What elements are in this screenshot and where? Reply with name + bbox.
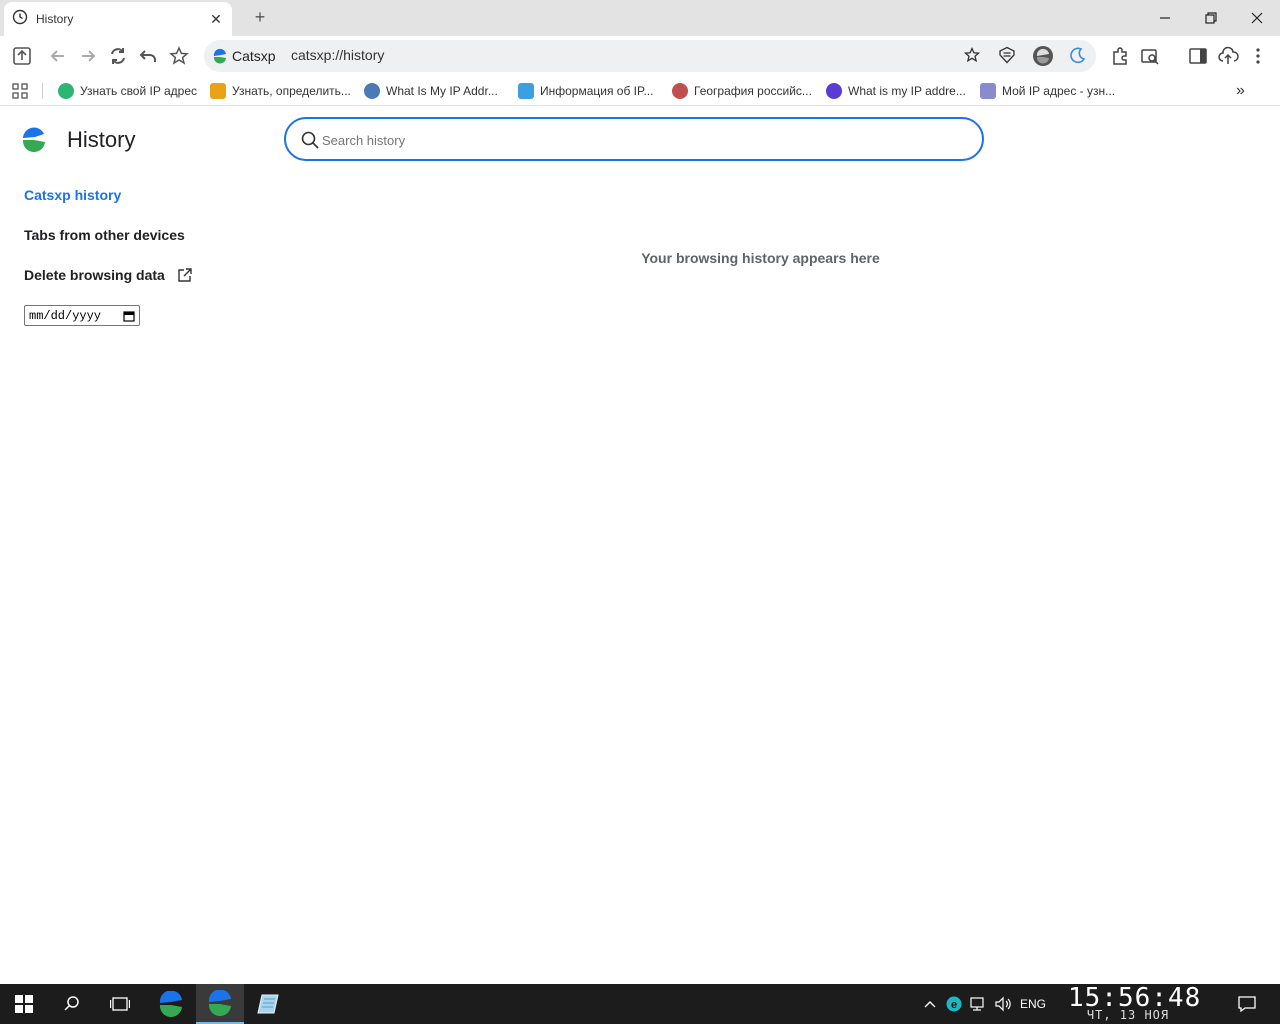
- back-icon[interactable]: [46, 44, 70, 68]
- minimize-button[interactable]: [1142, 0, 1188, 36]
- search-box[interactable]: [284, 117, 984, 161]
- bookmark-item[interactable]: What is my IP addre...: [826, 81, 966, 101]
- shield-icon[interactable]: [998, 46, 1016, 69]
- cloud-upload-icon[interactable]: [1216, 44, 1240, 68]
- bookmark-favicon-icon: [826, 83, 842, 99]
- bookmark-label: Информация об IP...: [540, 84, 654, 98]
- search-icon: [300, 130, 320, 150]
- bookmark-favicon-icon: [58, 83, 74, 99]
- date-placeholder: mm/dd/yyyy: [29, 308, 102, 323]
- bookmark-label: Мой IP адрес - узн...: [1002, 84, 1116, 98]
- upload-icon[interactable]: [10, 44, 34, 68]
- bookmark-divider: [42, 83, 43, 99]
- catsxp-active-taskbar-icon[interactable]: [196, 984, 244, 1024]
- close-window-button[interactable]: [1234, 0, 1280, 36]
- task-view-icon[interactable]: [96, 984, 144, 1024]
- external-link-icon: [177, 267, 193, 283]
- bookmarks-bar: Узнать свой IP адрес Узнать, определить.…: [0, 76, 1280, 106]
- bookmarks-overflow-button[interactable]: »: [1236, 81, 1245, 101]
- bookmark-favicon-icon: [210, 83, 226, 99]
- notifications-icon[interactable]: [1238, 984, 1256, 1024]
- bookmark-label: Узнать свой IP адрес: [80, 84, 197, 98]
- date-input[interactable]: mm/dd/yyyy: [24, 305, 140, 326]
- bookmark-item[interactable]: Узнать, определить...: [210, 81, 351, 101]
- site-chip[interactable]: Catsxp: [212, 46, 276, 66]
- tray-app-icon[interactable]: e: [946, 984, 962, 1024]
- page-title: History: [67, 127, 136, 152]
- bookmark-item[interactable]: Информация об IP...: [518, 81, 653, 101]
- search-input[interactable]: [322, 129, 962, 151]
- bookmark-star-icon[interactable]: [167, 44, 191, 68]
- extensions-icon[interactable]: [1108, 44, 1132, 68]
- browser-toolbar: Catsxp catsxp://history: [0, 36, 1280, 76]
- menu-kebab-icon[interactable]: [1246, 44, 1270, 68]
- nav-other-devices[interactable]: Tabs from other devices: [24, 227, 185, 243]
- bookmark-favicon-icon: [518, 83, 534, 99]
- catsxp-logo-icon: [20, 125, 48, 153]
- site-label: Catsxp: [232, 48, 276, 64]
- bookmark-item[interactable]: Узнать свой IP адрес: [58, 81, 197, 101]
- nav-catsxp-history[interactable]: Catsxp history: [24, 187, 121, 203]
- tab-strip: History ✕ +: [0, 0, 1280, 36]
- bookmark-item[interactable]: What Is My IP Addr...: [364, 81, 498, 101]
- notepad-taskbar-icon[interactable]: [244, 984, 292, 1024]
- restore-button[interactable]: [1188, 0, 1234, 36]
- bookmark-label: What Is My IP Addr...: [386, 84, 498, 98]
- volume-icon[interactable]: [994, 984, 1012, 1024]
- empty-history-message: Your browsing history appears here: [641, 250, 880, 266]
- bookmark-label: География российс...: [694, 84, 812, 98]
- bookmark-label: What is my IP addre...: [848, 84, 966, 98]
- start-button[interactable]: [0, 984, 48, 1024]
- bookmark-favicon-icon: [672, 83, 688, 99]
- calendar-icon[interactable]: [123, 310, 135, 322]
- tab-title: History: [36, 12, 74, 26]
- undo-icon[interactable]: [136, 44, 160, 68]
- reload-icon[interactable]: [106, 44, 130, 68]
- sidebar-toggle-icon[interactable]: [1186, 44, 1210, 68]
- address-bar[interactable]: Catsxp catsxp://history: [204, 40, 1096, 72]
- taskbar: e ENG 15:56:48 ЧТ, 13 НОЯ: [0, 984, 1280, 1024]
- new-tab-button[interactable]: +: [250, 7, 270, 27]
- tab-search-icon[interactable]: [1138, 44, 1162, 68]
- url-text[interactable]: catsxp://history: [291, 47, 384, 63]
- catsxp-taskbar-icon[interactable]: [147, 984, 195, 1024]
- catsxp-logo-icon: [212, 48, 228, 64]
- search-taskbar-icon[interactable]: [48, 984, 96, 1024]
- clock-date[interactable]: ЧТ, 13 НОЯ: [1068, 1008, 1188, 1022]
- tab-history[interactable]: History ✕: [4, 2, 232, 36]
- nav-delete-label: Delete browsing data: [24, 267, 165, 283]
- forward-icon[interactable]: [76, 44, 100, 68]
- network-icon[interactable]: [970, 984, 988, 1024]
- tray-chevron-up-icon[interactable]: [924, 984, 936, 1024]
- bookmark-favicon-icon: [364, 83, 380, 99]
- nav-delete-browsing-data[interactable]: Delete browsing data: [24, 267, 193, 283]
- bookmark-item[interactable]: География российс...: [672, 81, 812, 101]
- tab-close-button[interactable]: ✕: [208, 11, 224, 28]
- extension-catsxp-icon[interactable]: [1031, 44, 1055, 68]
- bookmark-item[interactable]: Мой IP адрес - узн...: [980, 81, 1115, 101]
- dark-mode-icon[interactable]: [1065, 44, 1089, 68]
- history-icon: [12, 9, 28, 30]
- svg-text:e: e: [951, 999, 957, 1011]
- language-indicator[interactable]: ENG: [1020, 984, 1046, 1024]
- apps-grid-icon[interactable]: [12, 81, 28, 101]
- star-icon[interactable]: [963, 46, 981, 68]
- bookmark-favicon-icon: [980, 83, 996, 99]
- bookmark-label: Узнать, определить...: [232, 84, 351, 98]
